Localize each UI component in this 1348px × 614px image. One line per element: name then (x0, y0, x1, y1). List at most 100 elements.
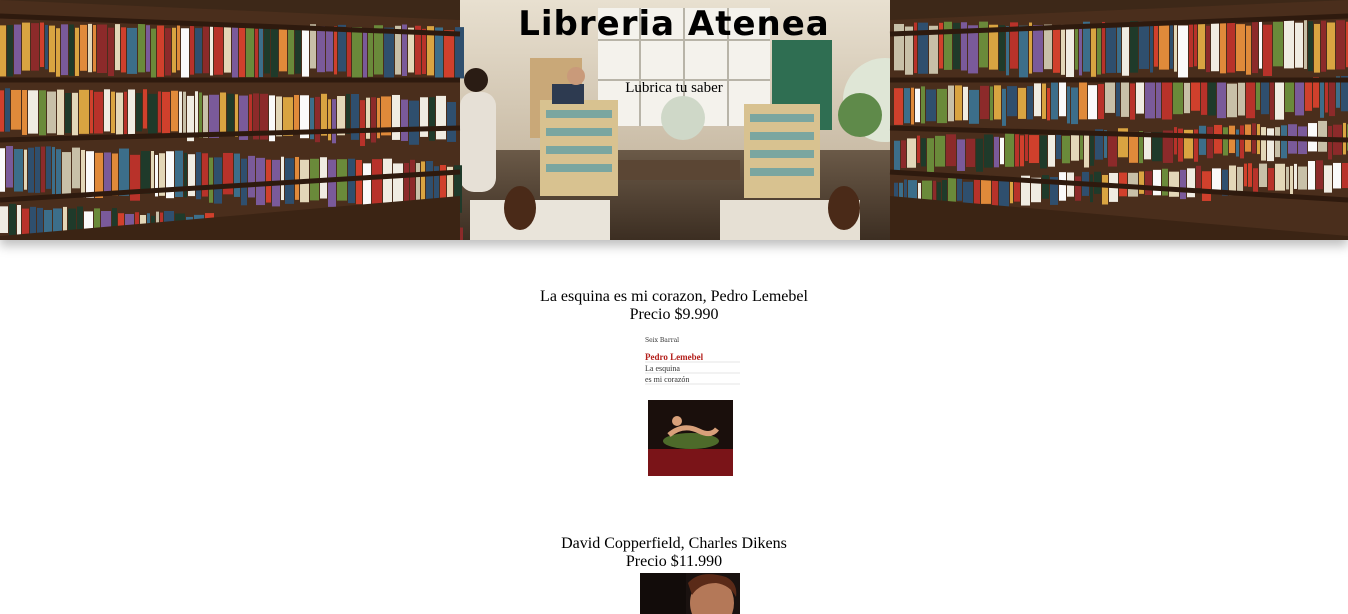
book-spine (1005, 133, 1014, 167)
book-spine (371, 97, 376, 143)
book-spine (281, 156, 284, 201)
book-spine (1169, 171, 1179, 197)
book-spine (1248, 163, 1252, 187)
book-spine (209, 157, 213, 203)
book-spine (957, 178, 962, 201)
book-spine (35, 146, 40, 193)
book-spine (1223, 127, 1228, 156)
book-spine (72, 147, 80, 189)
book-spine (1162, 168, 1168, 196)
book-spine (1062, 135, 1070, 164)
book-spine (151, 150, 154, 193)
book-spine (372, 159, 382, 207)
book-spine (183, 91, 186, 134)
book-spine (946, 134, 956, 167)
book-spine (1000, 137, 1004, 165)
product-name: La esquina es mi corazon, Pedro Lemebel (540, 288, 808, 305)
book-spine (1207, 126, 1213, 159)
book-spine (1328, 125, 1332, 160)
book-spine (999, 179, 1009, 208)
book-spine (94, 91, 103, 134)
book-spine (966, 138, 975, 167)
product-card: La esquina es mi corazon, Pedro Lemebel … (0, 288, 1348, 324)
book-spine (907, 138, 916, 168)
book-spine (1267, 128, 1274, 162)
book-spine (901, 140, 906, 169)
book-spine (1244, 163, 1247, 187)
book-spine (416, 163, 420, 206)
book-spine (1294, 163, 1297, 189)
book-spine (72, 92, 78, 136)
book-spine (992, 177, 998, 207)
book-spine (1275, 163, 1285, 191)
book-spine (24, 149, 27, 190)
book-spine (203, 95, 208, 138)
book-cover-image[interactable] (640, 573, 740, 614)
book-spine (1029, 135, 1039, 164)
book-spine (921, 138, 926, 167)
book-spine (46, 146, 51, 189)
book-spine (1042, 175, 1049, 199)
book-spine (1236, 129, 1239, 157)
book-spine (136, 93, 142, 132)
product-name: David Copperfield, Charles Dikens (561, 535, 787, 552)
book-spine (409, 100, 419, 145)
book-spine (294, 94, 299, 134)
book-spine (158, 91, 161, 133)
book-spine (436, 95, 446, 140)
book-spine (47, 91, 56, 134)
book-spine (1308, 161, 1315, 190)
book-spine (1214, 124, 1222, 154)
book-spine (401, 99, 408, 141)
book-spine (1059, 172, 1066, 201)
book-spine (119, 148, 129, 196)
book-spine (41, 146, 45, 193)
book-spine (404, 163, 409, 207)
book-spine (1202, 171, 1211, 201)
book-spine (1025, 134, 1028, 161)
book-spine (1153, 169, 1161, 196)
store-title: Libreria Atenea (518, 4, 830, 44)
book-spine (328, 99, 331, 141)
book-spine (1318, 120, 1327, 152)
book-spine (6, 145, 13, 188)
book-spine (346, 93, 350, 134)
book-spine (1275, 127, 1280, 158)
book-spine (1145, 171, 1152, 196)
book-spine (356, 159, 362, 205)
book-spine (1199, 125, 1206, 155)
book-spine (1196, 165, 1201, 189)
product-card: David Copperfield, Charles Dikens Precio… (0, 535, 1348, 571)
book-spine (1075, 176, 1081, 201)
product-price: Precio $11.990 (625, 553, 723, 570)
book-spine (220, 92, 226, 133)
book-spine (1324, 165, 1332, 193)
book-spine (994, 136, 999, 168)
book-spine (248, 155, 255, 198)
hero-banner: Libreria Atenea Lubrica tu saber (0, 0, 1348, 240)
book-spine (86, 151, 94, 198)
book-spine (1084, 134, 1089, 168)
book-spine (1180, 169, 1186, 200)
book-spine (1286, 166, 1289, 190)
book-spine (392, 94, 400, 140)
book-spine (935, 135, 945, 167)
book-spine (1102, 174, 1108, 205)
book-cover-image[interactable]: Seix Barral Pedro Lemebel La esquina es … (639, 331, 742, 479)
book-spine (1048, 135, 1055, 167)
book-spine (17, 205, 21, 238)
book-spine (179, 91, 182, 137)
book-spine (332, 99, 336, 144)
book-spine (227, 93, 234, 137)
book-spine (214, 157, 222, 204)
book-spine (104, 152, 111, 194)
book-spine (1253, 168, 1258, 192)
book-spine (447, 102, 456, 142)
cover-title-line2: es mi corazón (645, 375, 689, 384)
book-spine (410, 159, 415, 202)
book-spine (1040, 135, 1047, 169)
book-spine (65, 93, 71, 133)
book-spine (235, 94, 238, 137)
book-spine (141, 151, 150, 194)
book-spine (1071, 133, 1079, 161)
